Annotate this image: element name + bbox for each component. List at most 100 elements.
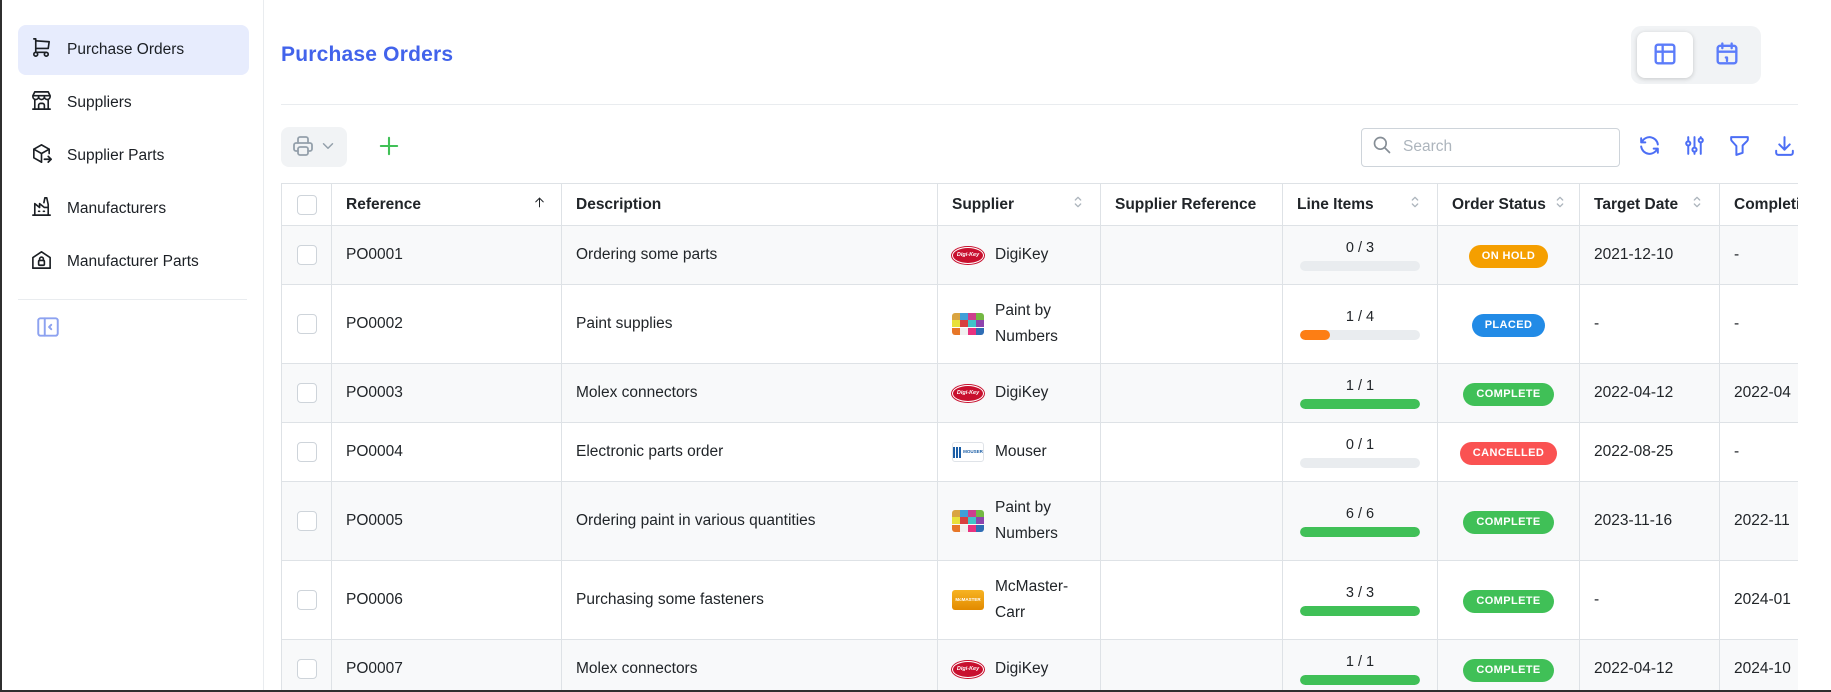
table-row-po0004[interactable]: PO0004Electronic parts orderMOUSERMouser… [282, 423, 1799, 482]
reference-cell: PO0002 [332, 285, 562, 364]
select-all-checkbox[interactable] [297, 195, 317, 215]
sidebar-item-purchase-orders[interactable]: Purchase Orders [18, 25, 249, 75]
order-status-cell: ON HOLD [1438, 226, 1580, 285]
search-box [1361, 128, 1620, 167]
column-header-label: Reference [346, 196, 421, 214]
target-date-cell: 2022-04-12 [1580, 364, 1720, 423]
column-header-supplier-reference[interactable]: Supplier Reference [1101, 184, 1283, 226]
factory-icon [30, 195, 53, 223]
table-row-po0003[interactable]: PO0003Molex connectorsDigi-KeyDigiKey1 /… [282, 364, 1799, 423]
sidebar-item-label: Suppliers [67, 94, 132, 112]
filter-button[interactable] [1727, 133, 1752, 161]
view-toggle [1631, 26, 1761, 84]
sidebar-item-label: Supplier Parts [67, 147, 164, 165]
filter-icon [1727, 133, 1752, 161]
column-header-label: Line Items [1297, 196, 1374, 214]
supplier-name: McMaster-Carr [995, 574, 1086, 626]
row-select-cell [282, 423, 332, 482]
sidebar-collapse-button[interactable] [34, 314, 62, 342]
target-date-cell: 2022-04-12 [1580, 640, 1720, 692]
column-header-reference[interactable]: Reference [332, 184, 562, 226]
line-items-progress-bar [1300, 675, 1420, 685]
row-checkbox[interactable] [297, 442, 317, 462]
line-items-count: 1 / 4 [1346, 308, 1374, 326]
completion-date-cell: 2022-04 [1720, 364, 1799, 423]
column-header-target-date[interactable]: Target Date [1580, 184, 1720, 226]
column-header-label: Supplier Reference [1115, 196, 1256, 214]
row-checkbox[interactable] [297, 659, 317, 679]
supplier-cell: MOUSER Mouser [938, 423, 1101, 482]
line-items-progress-bar [1300, 458, 1420, 468]
shopping-cart-icon [30, 36, 53, 64]
row-checkbox[interactable] [297, 383, 317, 403]
digikey-logo: Digi-Key [952, 661, 984, 678]
description-cell: Purchasing some fasteners [562, 561, 938, 640]
supplier-reference-cell [1101, 226, 1283, 285]
table-row-po0001[interactable]: PO0001Ordering some partsDigi-KeyDigiKey… [282, 226, 1799, 285]
row-checkbox[interactable] [297, 511, 317, 531]
table-row-po0002[interactable]: PO0002Paint suppliesPaint by Numbers1 / … [282, 285, 1799, 364]
line-items-cell: 1 / 1 [1283, 640, 1438, 692]
status-badge: CANCELLED [1460, 442, 1557, 465]
table-toolbar [281, 127, 1797, 167]
column-header-supplier[interactable]: Supplier [938, 184, 1101, 226]
sidebar-item-suppliers[interactable]: Suppliers [18, 78, 249, 128]
pbn-logo [952, 313, 984, 335]
completion-date-cell: - [1720, 285, 1799, 364]
app-window: Purchase Orders Suppliers Supplier Parts… [0, 0, 1831, 692]
plus-icon [375, 132, 403, 163]
supplier-cell: Paint by Numbers [938, 285, 1101, 364]
table-row-po0007[interactable]: PO0007Molex connectorsDigi-KeyDigiKey1 /… [282, 640, 1799, 692]
sidebar-item-supplier-parts[interactable]: Supplier Parts [18, 131, 249, 181]
line-items-count: 0 / 3 [1346, 239, 1374, 257]
row-checkbox[interactable] [297, 245, 317, 265]
line-items-count: 1 / 1 [1346, 653, 1374, 671]
reference-cell: PO0006 [332, 561, 562, 640]
target-date-cell: 2021-12-10 [1580, 226, 1720, 285]
line-items-count: 0 / 1 [1346, 436, 1374, 454]
table-columns-button[interactable] [1682, 133, 1707, 161]
digikey-logo: Digi-Key [952, 385, 984, 402]
table-row-po0006[interactable]: PO0006Purchasing some fastenersMcMASTERM… [282, 561, 1799, 640]
print-actions-button[interactable] [281, 127, 347, 167]
sidebar: Purchase Orders Suppliers Supplier Parts… [2, 0, 264, 690]
supplier-name: Mouser [995, 439, 1047, 465]
status-badge: COMPLETE [1463, 511, 1553, 534]
column-header-label: Description [576, 196, 661, 214]
column-header-completion-date[interactable]: Completion Date [1720, 184, 1799, 226]
row-checkbox[interactable] [297, 314, 317, 334]
column-header-description[interactable]: Description [562, 184, 938, 226]
line-items-count: 6 / 6 [1346, 505, 1374, 523]
refresh-button[interactable] [1637, 133, 1662, 161]
supplier-name: Paint by Numbers [995, 495, 1086, 547]
sort-toggle-icon [1689, 194, 1705, 215]
page-title: Purchase Orders [281, 43, 453, 67]
building-lock-icon [30, 248, 53, 276]
line-items-cell: 3 / 3 [1283, 561, 1438, 640]
target-date-cell: 2022-08-25 [1580, 423, 1720, 482]
add-purchase-order-button[interactable] [369, 131, 409, 164]
purchase-orders-table: Reference Description Supplier Supplier Ref… [281, 183, 1798, 692]
sidebar-item-manufacturers[interactable]: Manufacturers [18, 184, 249, 234]
row-select-cell [282, 285, 332, 364]
calendar-view-button[interactable] [1699, 32, 1755, 78]
row-checkbox[interactable] [297, 590, 317, 610]
line-items-progress-bar [1300, 606, 1420, 616]
supplier-name: DigiKey [995, 656, 1048, 682]
table-view-button[interactable] [1637, 32, 1693, 78]
supplier-cell: Digi-Key DigiKey [938, 640, 1101, 692]
download-icon [1772, 133, 1797, 161]
column-header-order-status[interactable]: Order Status [1438, 184, 1580, 226]
mouser-logo: MOUSER [952, 442, 984, 462]
download-button[interactable] [1772, 133, 1797, 161]
line-items-count: 1 / 1 [1346, 377, 1374, 395]
column-header-line-items[interactable]: Line Items [1283, 184, 1438, 226]
table-row-po0005[interactable]: PO0005Ordering paint in various quantiti… [282, 482, 1799, 561]
sidebar-divider [18, 299, 247, 300]
order-status-cell: COMPLETE [1438, 482, 1580, 561]
description-cell: Ordering some parts [562, 226, 938, 285]
sidebar-item-manufacturer-parts[interactable]: Manufacturer Parts [18, 237, 249, 287]
search-input[interactable] [1401, 137, 1609, 157]
line-items-cell: 0 / 1 [1283, 423, 1438, 482]
supplier-cell: Paint by Numbers [938, 482, 1101, 561]
